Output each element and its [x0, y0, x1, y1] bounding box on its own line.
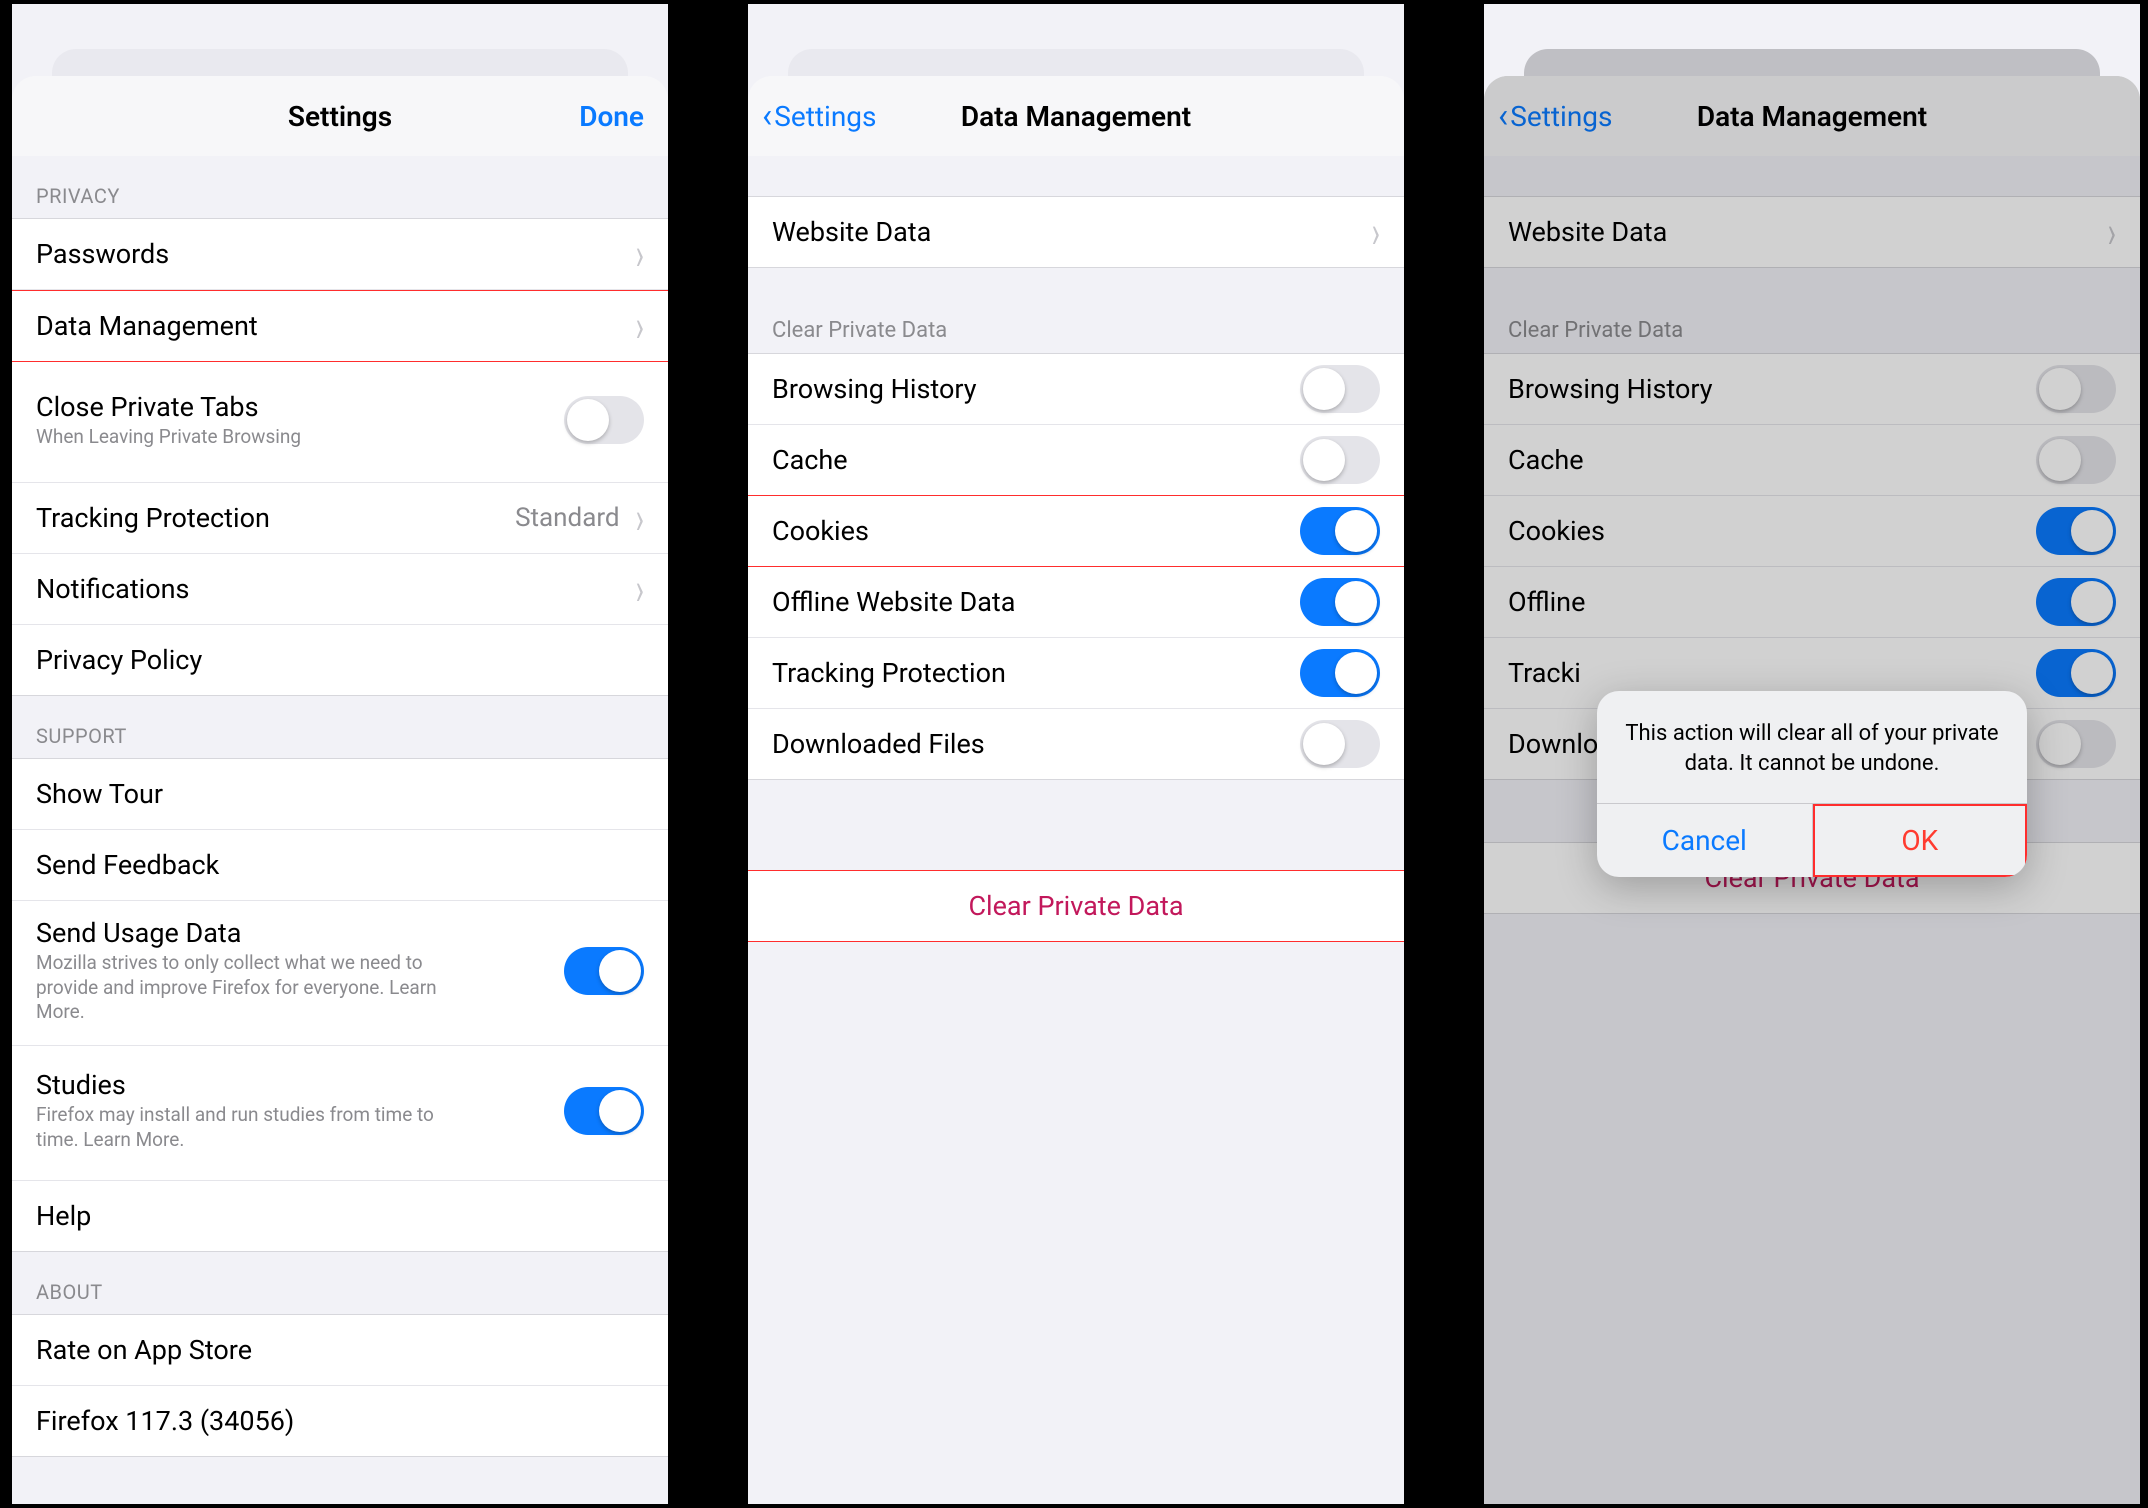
- chevron-right-icon: ›: [636, 228, 644, 281]
- row-cookies[interactable]: Cookies: [748, 496, 1404, 567]
- switch-usage-data[interactable]: [564, 947, 644, 995]
- chevron-right-icon: ›: [636, 563, 644, 616]
- row-cache[interactable]: Cache: [748, 425, 1404, 496]
- chevron-right-icon: ›: [1372, 206, 1380, 259]
- back-button[interactable]: ‹ Settings: [762, 99, 876, 133]
- nav-bar: Settings Done: [12, 76, 668, 157]
- row-tracking-protection[interactable]: Tracking Protection Standard ›: [12, 483, 668, 554]
- row-show-tour[interactable]: Show Tour: [12, 759, 668, 830]
- chevron-right-icon: ›: [636, 492, 644, 545]
- row-studies[interactable]: Studies Firefox may install and run stud…: [12, 1046, 668, 1181]
- row-passwords[interactable]: Passwords ›: [12, 219, 668, 290]
- section-header-clear-private: Clear Private Data: [748, 268, 1404, 353]
- page-title: Data Management: [961, 100, 1191, 133]
- chevron-left-icon: ‹: [762, 99, 772, 133]
- switch-studies[interactable]: [564, 1087, 644, 1135]
- switch-downloaded-files[interactable]: [1300, 720, 1380, 768]
- clear-private-data-button[interactable]: Clear Private Data: [748, 871, 1404, 941]
- done-button[interactable]: Done: [579, 100, 644, 133]
- switch-close-private-tabs[interactable]: [564, 396, 644, 444]
- row-close-private-tabs[interactable]: Close Private Tabs When Leaving Private …: [12, 362, 668, 483]
- row-data-management[interactable]: Data Management ›: [12, 290, 668, 362]
- row-downloaded-files[interactable]: Downloaded Files: [748, 709, 1404, 779]
- switch-tracking-protection[interactable]: [1300, 649, 1380, 697]
- row-tracking-protection[interactable]: Tracking Protection: [748, 638, 1404, 709]
- row-browsing-history[interactable]: Browsing History: [748, 354, 1404, 425]
- row-help[interactable]: Help: [12, 1181, 668, 1251]
- chevron-right-icon: ›: [636, 300, 644, 353]
- nav-bar: ‹ Settings Data Management: [748, 76, 1404, 157]
- row-send-feedback[interactable]: Send Feedback: [12, 830, 668, 901]
- row-website-data[interactable]: Website Data ›: [748, 197, 1404, 267]
- alert-ok-button[interactable]: OK: [1812, 804, 2028, 877]
- page-title: Settings: [288, 100, 392, 133]
- switch-offline-data[interactable]: [1300, 578, 1380, 626]
- section-header-about: ABOUT: [12, 1252, 668, 1314]
- row-offline-website-data[interactable]: Offline Website Data: [748, 567, 1404, 638]
- row-version[interactable]: Firefox 117.3 (34056): [12, 1386, 668, 1456]
- row-send-usage-data[interactable]: Send Usage Data Mozilla strives to only …: [12, 901, 668, 1046]
- alert-cancel-button[interactable]: Cancel: [1597, 804, 1812, 877]
- row-privacy-policy[interactable]: Privacy Policy: [12, 625, 668, 695]
- row-notifications[interactable]: Notifications ›: [12, 554, 668, 625]
- switch-browsing-history[interactable]: [1300, 365, 1380, 413]
- section-header-support: SUPPORT: [12, 696, 668, 758]
- switch-cookies[interactable]: [1300, 507, 1380, 555]
- row-rate-app-store[interactable]: Rate on App Store: [12, 1315, 668, 1386]
- section-header-privacy: PRIVACY: [12, 156, 668, 218]
- alert-message: This action will clear all of your priva…: [1597, 691, 2027, 802]
- switch-cache[interactable]: [1300, 436, 1380, 484]
- confirm-alert: This action will clear all of your priva…: [1597, 691, 2027, 876]
